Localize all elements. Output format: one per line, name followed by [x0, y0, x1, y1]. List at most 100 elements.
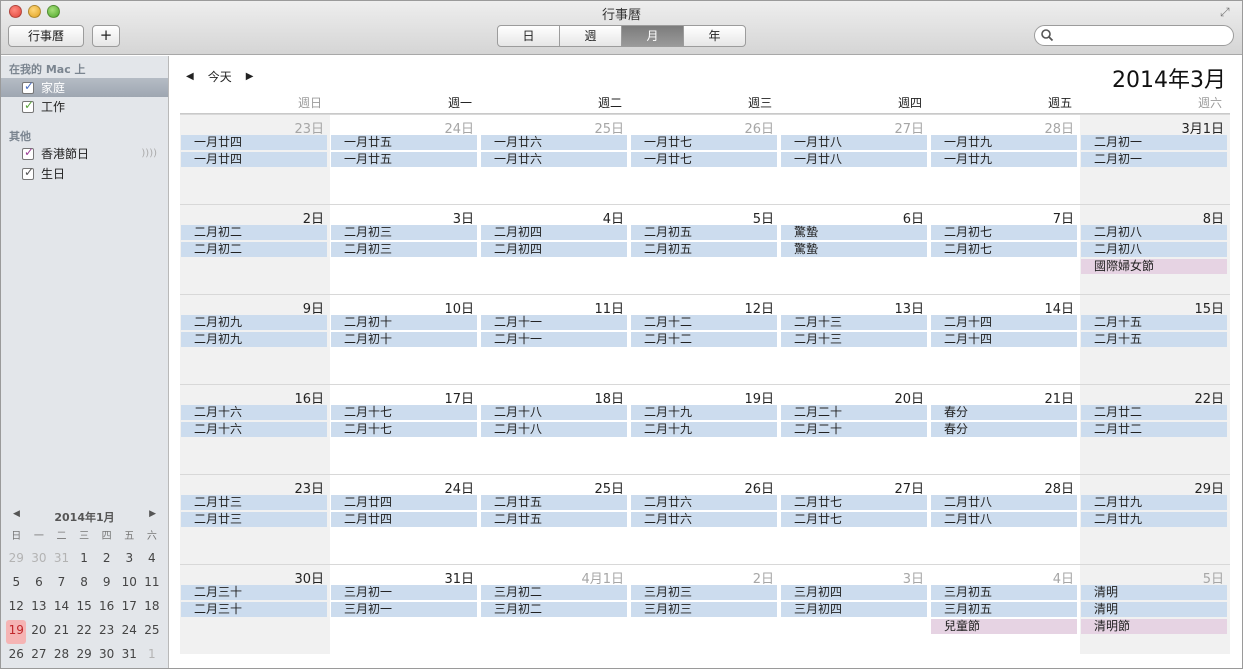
event-item[interactable]: 三月初二	[481, 585, 627, 600]
event-item[interactable]: 二月十七	[331, 405, 477, 420]
day-cell[interactable]: 22日 二月廿二 二月廿二	[1080, 384, 1230, 474]
mini-day[interactable]: 17	[118, 596, 141, 620]
mini-day[interactable]: 10	[118, 572, 141, 596]
event-item[interactable]: 二月初十	[331, 332, 477, 347]
mini-day[interactable]: 28	[50, 644, 73, 668]
mini-day[interactable]: 7	[50, 572, 73, 596]
day-cell[interactable]: 25日 一月廿六 一月廿六	[480, 114, 630, 204]
event-item[interactable]: 驚蟄	[781, 242, 927, 257]
day-cell[interactable]: 15日 二月十五 二月十五	[1080, 294, 1230, 384]
today-button[interactable]: 今天	[208, 68, 232, 85]
event-item[interactable]: 二月十八	[481, 405, 627, 420]
event-item[interactable]: 二月初七	[931, 225, 1077, 240]
search-field[interactable]	[1034, 25, 1234, 46]
event-item[interactable]: 二月廿五	[481, 495, 627, 510]
event-item[interactable]: 三月初一	[331, 585, 477, 600]
mini-day[interactable]: 11	[141, 572, 164, 596]
mini-day[interactable]: 24	[118, 620, 141, 644]
mini-day[interactable]: 29	[5, 548, 28, 572]
mini-day[interactable]: 29	[73, 644, 96, 668]
event-item[interactable]: 二月廿三	[181, 512, 327, 527]
day-cell[interactable]: 28日 一月廿九 一月廿九	[930, 114, 1080, 204]
event-item[interactable]: 二月初九	[181, 332, 327, 347]
event-item[interactable]: 三月初三	[631, 585, 777, 600]
event-item[interactable]: 二月初二	[181, 242, 327, 257]
event-item[interactable]: 二月初七	[931, 242, 1077, 257]
event-item[interactable]: 二月十四	[931, 332, 1077, 347]
mini-day[interactable]: 30	[28, 548, 51, 572]
event-item[interactable]: 二月二十	[781, 422, 927, 437]
event-item[interactable]: 二月十六	[181, 422, 327, 437]
calendar-item-family[interactable]: ✓ 家庭	[1, 78, 168, 97]
event-item[interactable]: 二月初四	[481, 242, 627, 257]
mini-day[interactable]: 12	[5, 596, 28, 620]
mini-day[interactable]: 30	[95, 644, 118, 668]
checkbox-birthdays[interactable]: ✓	[22, 165, 34, 180]
day-cell[interactable]: 27日 二月廿七 二月廿七	[780, 474, 930, 564]
event-item[interactable]: 二月廿七	[781, 512, 927, 527]
mini-day[interactable]: 9	[95, 572, 118, 596]
event-item[interactable]: 二月廿二	[1081, 405, 1227, 420]
mini-day[interactable]: 1	[73, 548, 96, 572]
event-item[interactable]: 一月廿八	[781, 135, 927, 150]
mini-day[interactable]: 21	[50, 620, 73, 644]
event-item[interactable]: 驚蟄	[781, 225, 927, 240]
mini-day[interactable]: 18	[141, 596, 164, 620]
day-cell[interactable]: 26日 一月廿七 一月廿七	[630, 114, 780, 204]
day-cell[interactable]: 25日 二月廿五 二月廿五	[480, 474, 630, 564]
event-item[interactable]: 春分	[931, 405, 1077, 420]
mini-day[interactable]: 14	[50, 596, 73, 620]
event-item[interactable]: 二月十九	[631, 422, 777, 437]
day-cell[interactable]: 5日 清明 清明 清明節	[1080, 564, 1230, 654]
calendar-item-hk-holidays[interactable]: ✓ 香港節日 ))))	[1, 144, 168, 163]
event-item[interactable]: 一月廿五	[331, 135, 477, 150]
event-item[interactable]: 二月十九	[631, 405, 777, 420]
mini-day[interactable]: 31	[50, 548, 73, 572]
mini-day[interactable]: 3	[118, 548, 141, 572]
event-item[interactable]: 二月初一	[1081, 152, 1227, 167]
mini-day[interactable]: 26	[5, 644, 28, 668]
event-item[interactable]: 一月廿四	[181, 152, 327, 167]
mini-day[interactable]: 15	[73, 596, 96, 620]
event-item[interactable]: 二月十八	[481, 422, 627, 437]
event-item[interactable]: 一月廿九	[931, 152, 1077, 167]
event-item[interactable]: 三月初四	[781, 585, 927, 600]
day-cell[interactable]: 7日 二月初七 二月初七	[930, 204, 1080, 294]
event-item[interactable]: 一月廿八	[781, 152, 927, 167]
event-item[interactable]: 清明	[1081, 585, 1227, 600]
event-item[interactable]: 二月十三	[781, 332, 927, 347]
day-cell[interactable]: 14日 二月十四 二月十四	[930, 294, 1080, 384]
event-item[interactable]: 一月廿九	[931, 135, 1077, 150]
holiday-event-item[interactable]: 國際婦女節	[1081, 259, 1227, 274]
event-item[interactable]: 二月廿九	[1081, 512, 1227, 527]
mini-day[interactable]: 5	[5, 572, 28, 596]
event-item[interactable]: 二月廿七	[781, 495, 927, 510]
day-cell[interactable]: 23日 二月廿三 二月廿三	[180, 474, 330, 564]
mini-day[interactable]: 25	[141, 620, 164, 644]
event-item[interactable]: 二月廿二	[1081, 422, 1227, 437]
mini-day[interactable]: 16	[95, 596, 118, 620]
event-item[interactable]: 三月初四	[781, 602, 927, 617]
day-cell[interactable]: 29日 二月廿九 二月廿九	[1080, 474, 1230, 564]
event-item[interactable]: 三月初三	[631, 602, 777, 617]
mini-day-today[interactable]: 19	[6, 620, 27, 644]
day-cell[interactable]: 10日 二月初十 二月初十	[330, 294, 480, 384]
event-item[interactable]: 二月初十	[331, 315, 477, 330]
event-item[interactable]: 一月廿五	[331, 152, 477, 167]
mini-prev-month-icon[interactable]: ◀	[13, 509, 20, 519]
checkbox-family[interactable]: ✓	[22, 79, 34, 94]
event-item[interactable]: 二月廿八	[931, 512, 1077, 527]
event-item[interactable]: 二月十六	[181, 405, 327, 420]
day-cell[interactable]: 4日 三月初五 三月初五 兒童節	[930, 564, 1080, 654]
event-item[interactable]: 二月廿六	[631, 512, 777, 527]
mini-day[interactable]: 27	[28, 644, 51, 668]
day-cell[interactable]: 26日 二月廿六 二月廿六	[630, 474, 780, 564]
mini-day[interactable]: 4	[141, 548, 164, 572]
mini-day[interactable]: 1	[141, 644, 164, 668]
day-cell[interactable]: 19日 二月十九 二月十九	[630, 384, 780, 474]
calendar-item-work[interactable]: ✓ 工作	[1, 97, 168, 116]
day-cell[interactable]: 23日 一月廿四 一月廿四	[180, 114, 330, 204]
day-cell[interactable]: 2日 二月初二 二月初二	[180, 204, 330, 294]
mini-day[interactable]: 8	[73, 572, 96, 596]
day-cell[interactable]: 9日 二月初九 二月初九	[180, 294, 330, 384]
